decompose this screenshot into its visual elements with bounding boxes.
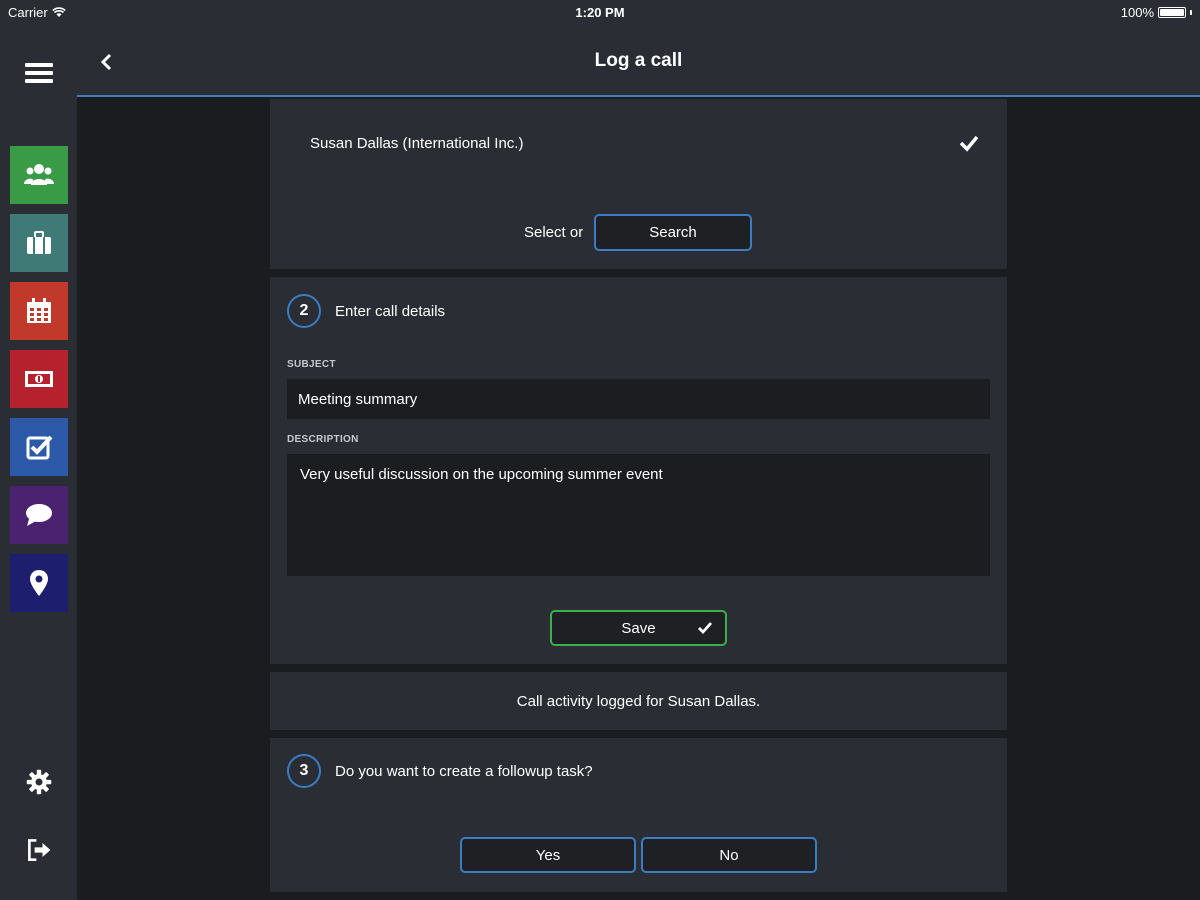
subject-label: SUBJECT bbox=[287, 359, 336, 370]
chat-bubble-icon bbox=[26, 504, 52, 526]
step3-question: Do you want to create a followup task? bbox=[335, 763, 593, 780]
step1-panel: Susan Dallas (International Inc.) Select… bbox=[270, 99, 1007, 269]
sidebar-item-location[interactable] bbox=[10, 554, 68, 612]
battery-percent: 100% bbox=[1120, 5, 1154, 20]
sidebar-item-calendar[interactable] bbox=[10, 282, 68, 340]
battery-icon bbox=[1158, 7, 1186, 18]
sidebar bbox=[0, 0, 77, 900]
briefcase-icon bbox=[27, 231, 51, 254]
step-number-2: 2 bbox=[287, 294, 321, 328]
logout-icon[interactable] bbox=[23, 834, 55, 866]
selected-contact[interactable]: Susan Dallas (International Inc.) bbox=[310, 135, 523, 152]
save-label: Save bbox=[621, 619, 656, 637]
step-number-3: 3 bbox=[287, 754, 321, 788]
subject-input[interactable] bbox=[287, 379, 990, 419]
status-bar: Carrier 1:20 PM 100% bbox=[0, 0, 1200, 26]
gear-icon[interactable] bbox=[23, 766, 55, 798]
sidebar-item-opportunities[interactable] bbox=[10, 350, 68, 408]
step3-panel: 3 Do you want to create a followup task?… bbox=[270, 738, 1007, 892]
page-title: Log a call bbox=[594, 50, 683, 71]
battery-indicator: 100% bbox=[1121, 5, 1192, 20]
step2-title: Enter call details bbox=[335, 303, 446, 320]
check-icon bbox=[959, 135, 979, 152]
select-or-label: Select or bbox=[524, 224, 584, 241]
sidebar-item-tasks[interactable] bbox=[10, 418, 68, 476]
description-label: DESCRIPTION bbox=[287, 434, 359, 445]
money-icon bbox=[25, 371, 53, 387]
calendar-icon bbox=[27, 298, 51, 323]
search-button[interactable]: Search bbox=[594, 214, 752, 251]
log-message: Call activity logged for Susan Dallas. bbox=[516, 693, 761, 710]
save-button[interactable]: Save bbox=[550, 610, 727, 646]
sidebar-item-contacts[interactable] bbox=[10, 146, 68, 204]
checkbox-icon bbox=[26, 435, 53, 460]
check-icon bbox=[698, 622, 713, 635]
main-content: Susan Dallas (International Inc.) Select… bbox=[270, 99, 1007, 900]
users-icon bbox=[24, 164, 54, 185]
step2-panel: 2 Enter call details SUBJECT DESCRIPTION… bbox=[270, 277, 1007, 664]
description-textarea[interactable]: Very useful discussion on the upcoming s… bbox=[287, 454, 990, 576]
menu-icon[interactable] bbox=[25, 63, 53, 87]
sidebar-item-accounts[interactable] bbox=[10, 214, 68, 272]
map-pin-icon bbox=[30, 570, 48, 596]
yes-button[interactable]: Yes bbox=[460, 837, 636, 873]
log-message-panel: Call activity logged for Susan Dallas. bbox=[270, 672, 1007, 730]
no-button[interactable]: No bbox=[641, 837, 817, 873]
sidebar-item-chat[interactable] bbox=[10, 486, 68, 544]
clock: 1:20 PM bbox=[575, 5, 625, 20]
